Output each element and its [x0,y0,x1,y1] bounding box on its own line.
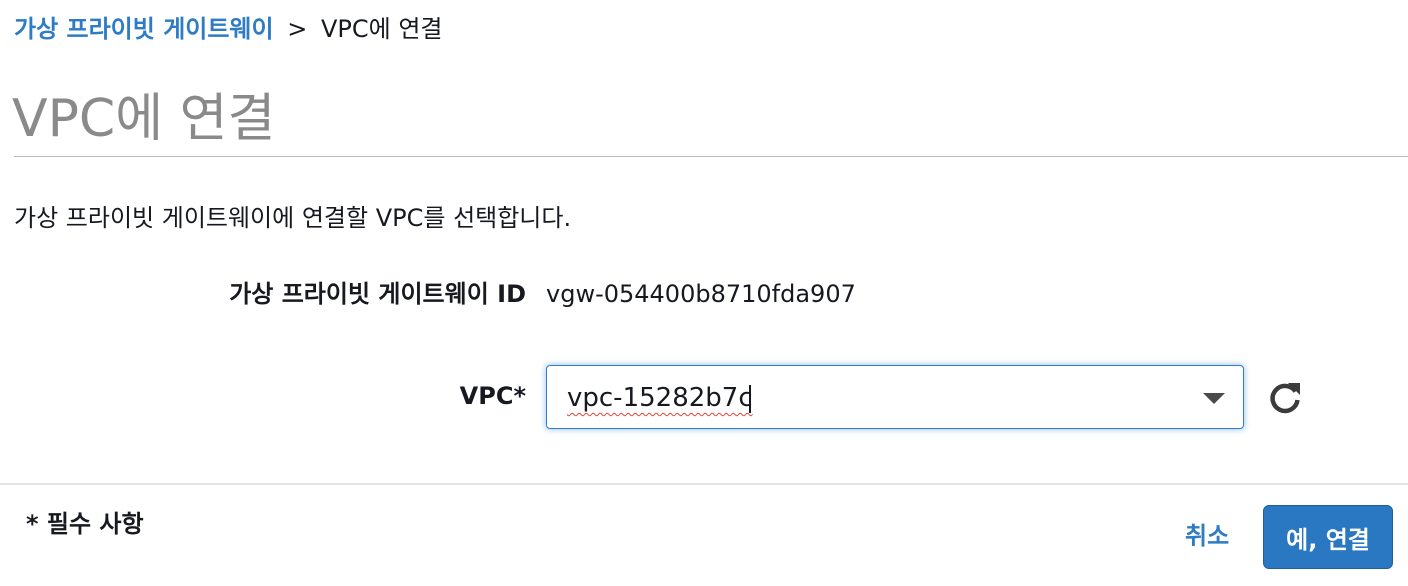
required-note: * 필수 사항 [26,510,144,538]
vgw-id-label: 가상 프라이빗 게이트웨이 ID [229,280,526,308]
breadcrumb-link-virtual-private-gateways[interactable]: 가상 프라이빗 게이트웨이 [14,15,274,43]
refresh-icon[interactable] [1266,379,1304,417]
vgw-id-value: vgw-054400b8710fda907 [546,280,856,308]
vpc-select[interactable]: vpc-15282b7c [546,365,1244,429]
page-title: VPC에 연결 [12,89,276,149]
title-divider [14,156,1408,157]
footer-divider [0,483,1408,485]
breadcrumb-current: VPC에 연결 [320,15,443,43]
attach-vpc-page: 가상 프라이빗 게이트웨이 > VPC에 연결 VPC에 연결 가상 프라이빗 … [0,0,1408,586]
breadcrumb: 가상 프라이빗 게이트웨이 > VPC에 연결 [14,12,443,46]
vpc-select-value: vpc-15282b7c [567,383,753,413]
confirm-attach-button[interactable]: 예, 연결 [1263,505,1393,569]
vpc-label: VPC* [459,382,526,410]
cancel-button[interactable]: 취소 [1185,518,1229,554]
text-cursor [749,385,751,413]
breadcrumb-separator: > [287,15,308,43]
chevron-down-icon[interactable] [1203,393,1225,404]
page-description: 가상 프라이빗 게이트웨이에 연결할 VPC를 선택합니다. [14,204,572,232]
confirm-attach-label: 예, 연결 [1286,525,1370,554]
